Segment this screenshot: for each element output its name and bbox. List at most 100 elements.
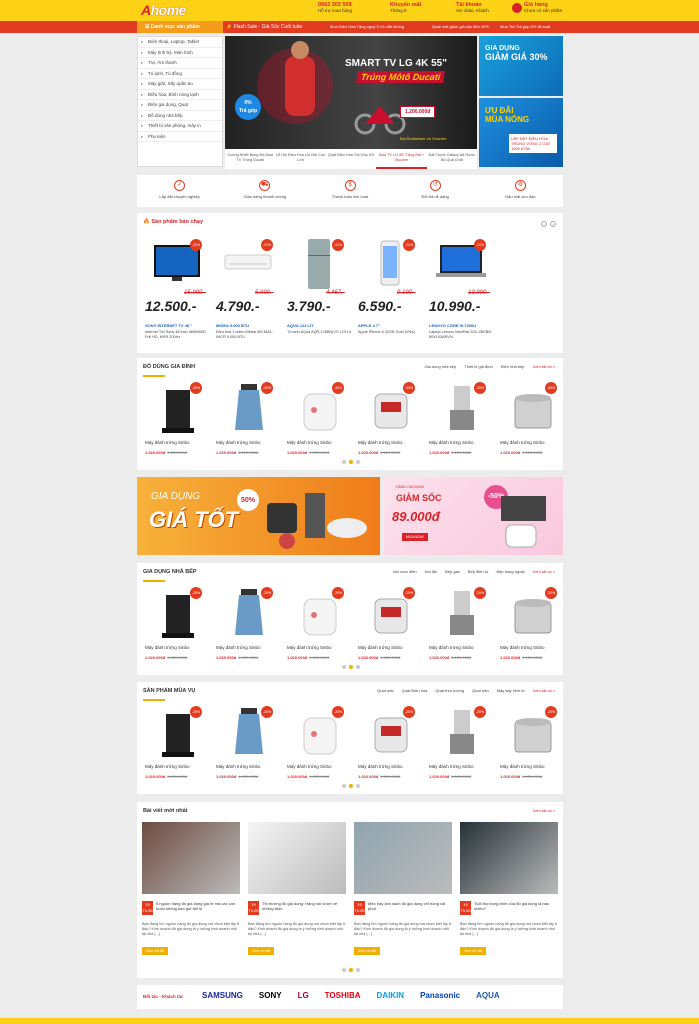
category-link[interactable]: Bếp gas	[445, 569, 460, 574]
nav-promo-3[interactable]: Mua Tivi Trả góp 0% lãi suất	[500, 21, 550, 33]
view-all-link[interactable]: Xem tất cả »	[533, 569, 555, 574]
category-menu-item[interactable]: Điện thoại, Laptop, Tablet	[138, 37, 222, 48]
product-name[interactable]: Máy đánh trứng Sinbo	[145, 645, 211, 651]
best-seller-card[interactable]: -21% 4.467.- 3.790.- AQUA 123 LÍT Tủ lạnh AQ…	[284, 235, 355, 375]
product-name[interactable]: Máy đánh trứng Sinbo	[500, 764, 566, 770]
site-logo[interactable]: Ahome	[141, 2, 186, 18]
product-name[interactable]: Máy đánh trứng Sinbo	[358, 764, 424, 770]
partner-logo[interactable]: Panasonic	[420, 991, 460, 1000]
product-card[interactable]: -20% Máy đánh trứng Sinbo 1.020.000đ 1.120.…	[426, 702, 497, 812]
category-link[interactable]: Nồi cơm điện	[393, 569, 417, 574]
service-item[interactable]: ⚙ Hậu mãi chu đáo	[478, 175, 563, 207]
partner-logo[interactable]: LG	[298, 991, 309, 1000]
product-name[interactable]: Máy đánh trứng Sinbo	[358, 645, 424, 651]
product-name[interactable]: Máy đánh trứng Sinbo	[287, 440, 353, 446]
product-name[interactable]: Máy đánh trứng Sinbo	[287, 764, 353, 770]
post-title[interactable]: Mẹo hay làm sạch đồ gia dụng chỉ trong v…	[368, 901, 452, 911]
pager-dot[interactable]	[356, 460, 360, 464]
product-name[interactable]: Máy đánh trứng Sinbo	[429, 645, 495, 651]
pager-dot[interactable]	[342, 460, 346, 464]
slider-tab[interactable]: Đặt Trước Galaxy A8 Rước Bộ Quà Chất	[427, 149, 477, 169]
product-card[interactable]: -20% Máy đánh trứng Sinbo 1.020.000đ 1.120.…	[213, 378, 284, 488]
partner-logo[interactable]: SAMSUNG	[202, 991, 243, 1000]
cart-link[interactable]: Giỏ hàng Chưa có sản phẩm	[512, 2, 562, 14]
promo-link[interactable]: Khuyến mãi Tháng 5	[390, 2, 421, 14]
read-more-button[interactable]: Xem chi tiết	[354, 947, 381, 955]
blog-post-card[interactable]: 19 Th.05 Mẹo hay làm sạch đồ gia dụng chỉ …	[354, 822, 452, 962]
category-link[interactable]: Bếp điện từ	[468, 569, 489, 574]
pager-dot[interactable]	[349, 460, 353, 464]
view-all-link[interactable]: Xem tất cả »	[533, 688, 555, 693]
product-name[interactable]: Máy đánh trứng Sinbo	[145, 764, 211, 770]
product-name[interactable]: Máy đánh trứng Sinbo	[216, 764, 282, 770]
product-name[interactable]: Máy đánh trứng Sinbo	[358, 440, 424, 446]
service-item[interactable]: ✓ Lắp đặt chuyên nghiệp	[137, 175, 222, 207]
pager-dot[interactable]	[356, 968, 360, 972]
product-name[interactable]: Điều hòa 1 chiều Midea MS-MA1-09CR 9.000…	[216, 330, 282, 340]
pager-dot[interactable]	[349, 968, 353, 972]
service-item[interactable]: $ Thanh toán linh hoạt	[307, 175, 392, 207]
post-title[interactable]: Thị trường đồ gia dụng: Hàng nội vươn về…	[262, 901, 346, 911]
category-menu-item[interactable]: Điều hòa, Bình nóng lạnh	[138, 90, 222, 100]
ad-banner-gia-tot[interactable]: GIA DỤNG GIÁ TỐT 50%	[137, 477, 380, 555]
blog-post-image[interactable]	[460, 822, 558, 894]
product-card[interactable]: -20% Máy đánh trứng Sinbo 1.020.000đ 1.120.…	[142, 702, 213, 812]
best-seller-card[interactable]: -21% 15.900.- 12.500.- SONY INTERNET TV 48 …	[142, 235, 213, 375]
next-arrow-icon[interactable]: ›	[550, 221, 556, 227]
post-title[interactable]: Tuổi thọ trung bình của đồ gia dụng là b…	[474, 901, 558, 911]
side-banner-aircon[interactable]: ƯU ĐÃI MÙA NÓNG LẮP ĐẶT ĐIỀU HÒA TRÚNG VÒ…	[479, 98, 563, 167]
nav-promo-2[interactable]: Quạt mát giảm giá sốc đến 49%	[432, 21, 489, 33]
pager-dot[interactable]	[349, 665, 353, 669]
ad-banner-giam-soc[interactable]: HÀNG GIA DỤNG GIẢM SỐC 89.000đ MUA NGAY …	[384, 477, 563, 555]
blog-post-image[interactable]	[354, 822, 452, 894]
blog-view-all-link[interactable]: Xem tất cả »	[533, 808, 555, 813]
slider-tab[interactable]: Lễ Hội Điều Hòa Ưu Đãi Cực Lớn	[275, 149, 325, 169]
ad2-buy-button[interactable]: MUA NGAY	[402, 533, 429, 541]
category-link[interactable]: Gia dụng nhà bếp	[424, 364, 456, 369]
category-menu-item[interactable]: Máy tính bộ, Màn hình	[138, 48, 222, 58]
product-name[interactable]: Máy đánh trứng Sinbo	[216, 645, 282, 651]
pager-dot[interactable]	[356, 784, 360, 788]
category-menu-item[interactable]: Máy giặt, Sấy quần áo	[138, 79, 222, 90]
blog-post-image[interactable]	[248, 822, 346, 894]
view-all-link[interactable]: Xem tất cả »	[533, 364, 555, 369]
product-card[interactable]: -20% Máy đánh trứng Sinbo 1.020.000đ 1.120.…	[355, 583, 426, 693]
service-item[interactable]: ↺ Đổi trả dễ dàng	[393, 175, 478, 207]
product-name[interactable]: Máy đánh trứng Sinbo	[500, 440, 566, 446]
read-more-button[interactable]: Xem chi tiết	[248, 947, 275, 955]
product-name[interactable]: Máy đánh trứng Sinbo	[145, 440, 211, 446]
pager-dot[interactable]	[342, 665, 346, 669]
product-card[interactable]: -20% Máy đánh trứng Sinbo 1.020.000đ 1.120.…	[142, 378, 213, 488]
product-card[interactable]: -20% Máy đánh trứng Sinbo 1.020.000đ 1.120.…	[426, 583, 497, 693]
product-name[interactable]: Máy đánh trứng Sinbo	[429, 440, 495, 446]
main-slider[interactable]: SMART TV LG 4K 55" Trúng Môtô Ducati 0% T…	[225, 36, 477, 149]
category-link[interactable]: Quạt trần	[472, 688, 489, 693]
slider-tab[interactable]: Cuồng Nhiệt Bóng Đá Mua TV Trúng Ducati	[225, 149, 275, 169]
category-menu-item[interactable]: Tủ lạnh, Tủ đông	[138, 69, 222, 79]
product-card[interactable]: -20% Máy đánh trứng Sinbo 1.020.000đ 1.120.…	[497, 378, 568, 488]
category-menu-button[interactable]: ☰ Danh mục sản phẩm	[137, 21, 223, 33]
best-seller-card[interactable]: -21% 9.190.- 6.590.- APPLE 4.7" Apple iPhone…	[355, 235, 426, 375]
pager-dot[interactable]	[349, 784, 353, 788]
category-link[interactable]: Điện nhà bếp	[501, 364, 525, 369]
product-name[interactable]: Internet Tivi Sony 48 inch 48W650D, Full…	[145, 330, 211, 340]
slider-tab[interactable]: Quạt Điều Hòa Trả Góp 0%	[326, 149, 376, 169]
hotline[interactable]: 0962 302 509 Hỗ trợ mua hàng	[318, 2, 352, 14]
nav-promo-1[interactable]: Mua Điều Hòa Tặng ngay 5 Ưu đãi khủng	[330, 21, 404, 33]
best-seller-card[interactable]: -21% 5.990.- 4.790.- MIDEA 9.000 BTU Điều hò…	[213, 235, 284, 375]
product-card[interactable]: -20% Máy đánh trứng Sinbo 1.020.000đ 1.120.…	[213, 583, 284, 693]
product-card[interactable]: -20% Máy đánh trứng Sinbo 1.020.000đ 1.120.…	[497, 583, 568, 693]
product-card[interactable]: -20% Máy đánh trứng Sinbo 1.020.000đ 1.120.…	[142, 583, 213, 693]
best-seller-card[interactable]: -21% 13.990.- 10.990.- LENOVO CORE I5-7200U…	[426, 235, 497, 375]
partner-logo[interactable]: DAIKIN	[377, 991, 405, 1000]
category-menu-item[interactable]: Phụ kiện	[138, 132, 222, 142]
product-name[interactable]: Máy đánh trứng Sinbo	[500, 645, 566, 651]
product-name[interactable]: Tủ lạnh AQua AQR-125BN(VS 123 Lít	[287, 330, 353, 335]
service-item[interactable]: ⛟ Giao hàng nhanh chóng	[222, 175, 307, 207]
product-name[interactable]: Máy đánh trứng Sinbo	[429, 764, 495, 770]
product-name[interactable]: Apple iPhone 6 32GB Gold (VNA)	[358, 330, 424, 335]
category-menu-item[interactable]: Tivi, Âm thanh	[138, 58, 222, 69]
product-card[interactable]: -20% Máy đánh trứng Sinbo 1.020.000đ 1.120.…	[284, 702, 355, 812]
prev-arrow-icon[interactable]: ‹	[541, 221, 547, 227]
read-more-button[interactable]: Xem chi tiết	[142, 947, 169, 955]
